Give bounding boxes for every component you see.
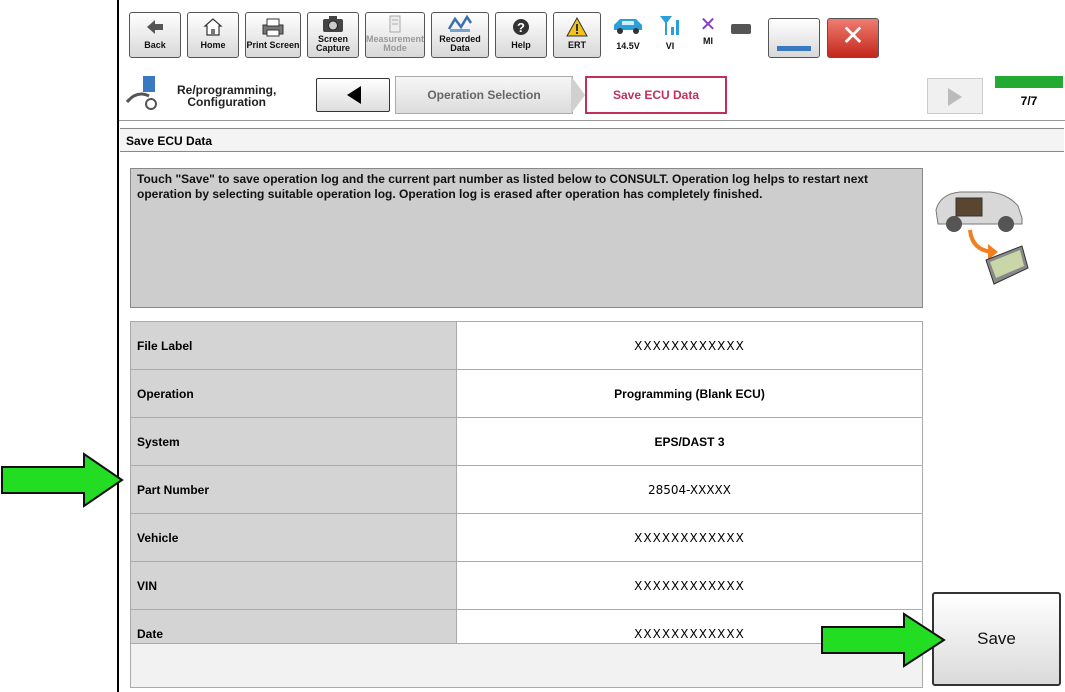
warning-icon xyxy=(554,16,600,39)
svg-text:?: ? xyxy=(517,20,525,35)
save-button[interactable]: Save xyxy=(932,592,1061,686)
next-step-button[interactable] xyxy=(927,78,983,114)
car-icon xyxy=(607,14,649,41)
recorded-data-button[interactable]: Recorded Data xyxy=(431,12,489,58)
home-icon xyxy=(188,17,238,39)
row-value-operation: Programming (Blank ECU) xyxy=(456,369,923,418)
instruction-message: Touch "Save" to save operation log and t… xyxy=(130,168,923,308)
table-row: Operation Programming (Blank ECU) xyxy=(130,369,923,418)
minimize-button[interactable] xyxy=(768,18,820,58)
row-label-vehicle: Vehicle xyxy=(130,513,457,562)
signal-icon xyxy=(657,14,683,41)
recorded-data-icon xyxy=(432,14,488,33)
ert-button[interactable]: ERT xyxy=(553,12,601,58)
back-button[interactable]: Back xyxy=(129,12,181,58)
row-label-system: System xyxy=(130,417,457,466)
help-icon: ? xyxy=(496,17,546,39)
measurement-icon xyxy=(366,15,424,33)
step-save-ecu-data: Save ECU Data xyxy=(585,76,727,114)
printer-icon xyxy=(246,17,300,39)
breadcrumb: Re/programming, Configuration xyxy=(177,83,277,109)
battery-voltage-status: 14.5V xyxy=(607,14,649,51)
screen-capture-button[interactable]: Screen Capture xyxy=(307,12,359,58)
close-icon: ✕ xyxy=(841,20,865,51)
print-screen-button[interactable]: Print Screen xyxy=(245,12,301,58)
table-row: VIN XXXXXXXXXXXX xyxy=(130,561,923,610)
page-counter: 7/7 xyxy=(1020,94,1038,108)
measurement-mode-button[interactable]: Measurement Mode xyxy=(365,12,425,58)
table-row: File Label XXXXXXXXXXXX xyxy=(130,321,923,370)
navigation-bar: Re/programming, Configuration Operation … xyxy=(119,68,1065,121)
toolbar: Back Home Print Screen Screen Capture Me… xyxy=(119,6,1065,64)
camera-icon xyxy=(308,15,358,33)
step-divider xyxy=(571,76,585,114)
table-row: Part Number 28504-XXXXX xyxy=(130,465,923,514)
progress-bar xyxy=(995,76,1063,88)
step-operation-selection[interactable]: Operation Selection xyxy=(395,76,573,114)
row-value-vin: XXXXXXXXXXXX xyxy=(456,561,923,610)
home-button[interactable]: Home xyxy=(187,12,239,58)
callout-arrow-part-number xyxy=(1,452,124,508)
close-button[interactable]: ✕ xyxy=(827,18,879,58)
car-to-laptop-icon xyxy=(930,180,1030,290)
mi-disconnected-icon: ✕ xyxy=(699,14,717,36)
previous-step-button[interactable] xyxy=(316,78,390,112)
row-label-part-number: Part Number xyxy=(130,465,457,514)
row-label-operation: Operation xyxy=(130,369,457,418)
vi-status: VI xyxy=(657,14,683,51)
left-triangle-icon xyxy=(347,86,361,104)
right-triangle-icon xyxy=(948,88,962,106)
row-label-vin: VIN xyxy=(130,561,457,610)
back-arrow-icon xyxy=(130,17,180,39)
mi-status: ✕ MI xyxy=(695,14,721,46)
row-value-system: EPS/DAST 3 xyxy=(456,417,923,466)
battery-indicator xyxy=(731,24,755,34)
section-title: Save ECU Data xyxy=(120,128,1064,152)
row-label-file-label: File Label xyxy=(130,321,457,370)
ecu-data-table: File Label XXXXXXXXXXXX Operation Progra… xyxy=(130,321,923,658)
reprogramming-icon xyxy=(123,74,165,114)
table-row: System EPS/DAST 3 xyxy=(130,417,923,466)
row-value-vehicle: XXXXXXXXXXXX xyxy=(456,513,923,562)
row-value-file-label: XXXXXXXXXXXX xyxy=(456,321,923,370)
table-row: Vehicle XXXXXXXXXXXX xyxy=(130,513,923,562)
footer-bar xyxy=(130,643,923,688)
row-value-part-number: 28504-XXXXX xyxy=(456,465,923,514)
callout-arrow-save xyxy=(821,612,946,668)
help-button[interactable]: ? Help xyxy=(495,12,547,58)
